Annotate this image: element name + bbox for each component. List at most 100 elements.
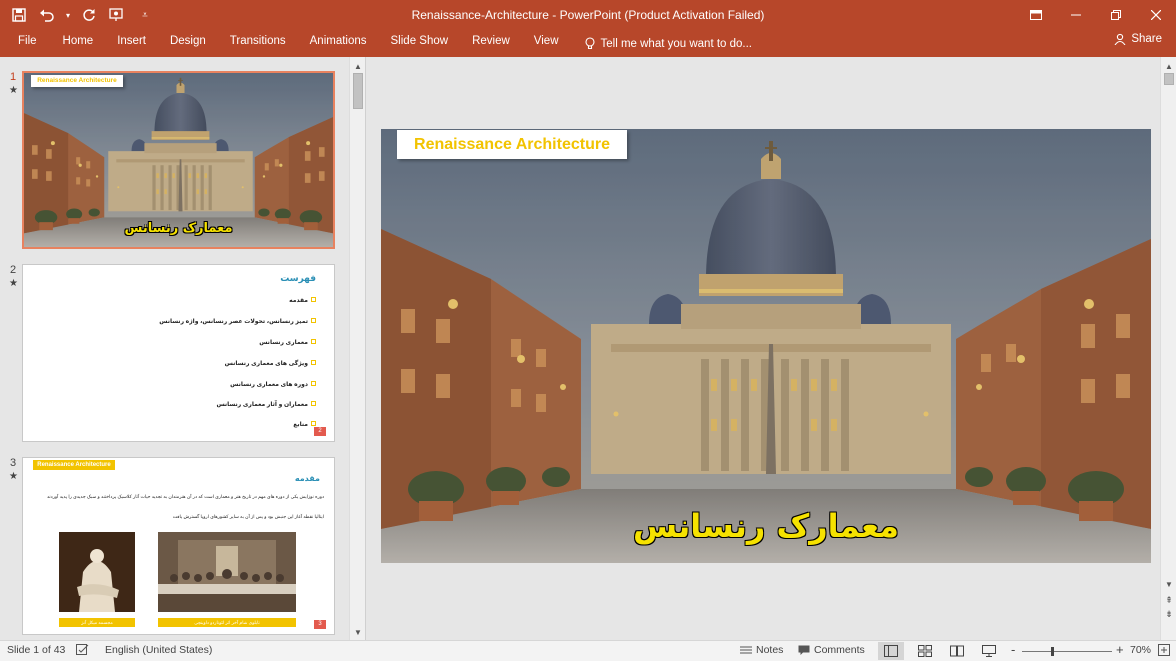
slide-thumbnail-2[interactable]: فهرست مقدمه تمیز رنسانس، تحولات عصر رنسا… [22,264,335,442]
page-number-badge: 3 [314,620,326,629]
undo-icon[interactable] [36,4,58,26]
notes-label: Notes [756,644,784,656]
tab-review[interactable]: Review [460,30,522,57]
spelling-icon[interactable] [76,644,90,656]
animation-star-icon: ★ [9,85,18,96]
comment-icon [798,645,810,655]
zoom-out-button[interactable]: - [1011,642,1015,657]
normal-view-button[interactable] [878,642,904,660]
tab-animations[interactable]: Animations [298,30,379,57]
tab-transitions[interactable]: Transitions [218,30,298,57]
fit-slide-icon[interactable] [1158,644,1170,656]
zoom-level[interactable]: 70% [1130,644,1151,656]
thumbnails-scrollbar[interactable]: ▲ ▼ [349,57,365,640]
scrollbar-thumb[interactable] [353,73,363,109]
bullet-icon [311,318,316,323]
thumb-number: 1 [10,71,17,83]
notes-icon [740,646,752,654]
ribbon-display-icon[interactable] [1016,0,1056,30]
window-controls [1016,0,1176,30]
save-icon[interactable] [8,4,30,26]
page-number-badge: 2 [314,427,326,436]
thumb3-text: ایتالیا نقطه آغاز این جنبش بود و پس از آ… [172,514,324,519]
zoom-slider-knob[interactable] [1050,647,1054,656]
slide-thumbnail-1[interactable]: Renaissance Architecture معمارک رنسانس [22,71,335,249]
slide-sorter-button[interactable] [912,642,938,660]
editor-scrollbar[interactable]: ▲ ▼ ⇞ ⇟ [1160,57,1176,640]
notes-button[interactable]: Notes [740,644,783,656]
minimize-icon[interactable] [1056,0,1096,30]
ribbon: File Home Insert Design Transitions Anim… [0,30,1176,57]
thumb-number: 3 [10,457,17,469]
main-slide[interactable]: Renaissance Architecture معمارک رنسانس [381,129,1151,563]
dropdown-icon[interactable]: ▾ [64,4,72,26]
title-bar: ▾ ⩡ Renaissance-Architecture - PowerPoin… [0,0,1176,30]
tell-me-text: Tell me what you want to do... [600,37,753,50]
scrollbar-thumb[interactable] [1164,73,1174,85]
slide-editor: Renaissance Architecture معمارک رنسانس [367,57,1160,640]
toc-item: دوره های معماری رنسانس [230,382,308,388]
scroll-down-icon[interactable]: ▼ [1161,577,1176,591]
toc-item: تمیز رنسانس، تحولات عصر رنسانس، واژه رنس… [159,319,308,325]
bullet-icon [311,381,316,386]
previous-slide-icon[interactable]: ⇞ [1161,593,1176,607]
bullet-icon [311,401,316,406]
quick-access-toolbar: ▾ ⩡ [8,4,156,26]
share-button[interactable]: Share [1114,33,1162,45]
slide-show-icon [982,645,996,657]
tab-design[interactable]: Design [158,30,218,57]
reading-view-button[interactable] [944,642,970,660]
person-icon [1114,33,1126,45]
close-icon[interactable] [1136,0,1176,30]
comments-label: Comments [814,644,865,656]
reading-view-icon [950,645,964,657]
slide-thumbnails-pane: 1 ★ Renaissance Architecture معمارک رنسا… [0,57,366,640]
share-label: Share [1131,33,1162,45]
bullet-icon [311,360,316,365]
slide-subtitle[interactable]: معمارک رنسانس [381,507,1151,545]
zoom-in-button[interactable]: + [1116,642,1124,657]
next-slide-icon[interactable]: ⇟ [1161,607,1176,621]
thumb3-heading: مقدمه [294,474,320,483]
tab-insert[interactable]: Insert [105,30,158,57]
toc-item: منابع [293,422,308,428]
scroll-down-icon[interactable]: ▼ [350,625,366,639]
thumb3-text: دوره نوزایش یکی از دوره های مهم در تاریخ… [46,494,324,499]
comments-button[interactable]: Comments [798,644,865,656]
scroll-up-icon[interactable]: ▲ [1161,59,1176,73]
thumb3-title-bar: Renaissance Architecture [33,460,115,470]
thumb-number: 2 [10,264,17,276]
toc-item: مقدمه [289,298,308,304]
lightbulb-icon [584,37,595,50]
toc-item: معماران و آثار معماری رنسانس [216,402,308,408]
tab-file[interactable]: File [8,30,51,57]
slide-sorter-icon [918,645,932,657]
restore-icon[interactable] [1096,0,1136,30]
thumb3-caption: مجسمه میکل آنژ [59,618,135,627]
bullet-icon [311,297,316,302]
thumb3-caption: تابلوی شام آخر اثر لئوناردو داوینچی [158,618,296,627]
animation-star-icon: ★ [9,278,18,289]
bullet-icon [311,339,316,344]
slide-title[interactable]: Renaissance Architecture [397,130,627,159]
slide-thumbnail-3[interactable]: Renaissance Architecture مقدمه دوره نوزا… [22,457,335,635]
toc-item: معماری رنسانس [259,340,308,346]
present-icon[interactable] [106,4,128,26]
slide-show-button[interactable] [976,642,1002,660]
bullet-icon [311,421,316,426]
scroll-up-icon[interactable]: ▲ [350,59,366,73]
slide-counter: Slide 1 of 43 [7,644,66,656]
tab-slide-show[interactable]: Slide Show [379,30,461,57]
language-indicator[interactable]: English (United States) [105,644,212,656]
basilica-image [381,129,1151,563]
tab-home[interactable]: Home [51,30,106,57]
tab-view[interactable]: View [522,30,571,57]
tell-me-box[interactable]: Tell me what you want to do... [571,30,753,57]
zoom-slider[interactable] [1022,647,1112,656]
pieta-image [59,532,135,612]
customize-icon[interactable]: ⩡ [134,4,156,26]
redo-icon[interactable] [78,4,100,26]
last-supper-image [158,532,296,612]
thumb-slide-title: Renaissance Architecture [31,75,123,87]
window-title: Renaissance-Architecture - PowerPoint (P… [411,8,765,22]
